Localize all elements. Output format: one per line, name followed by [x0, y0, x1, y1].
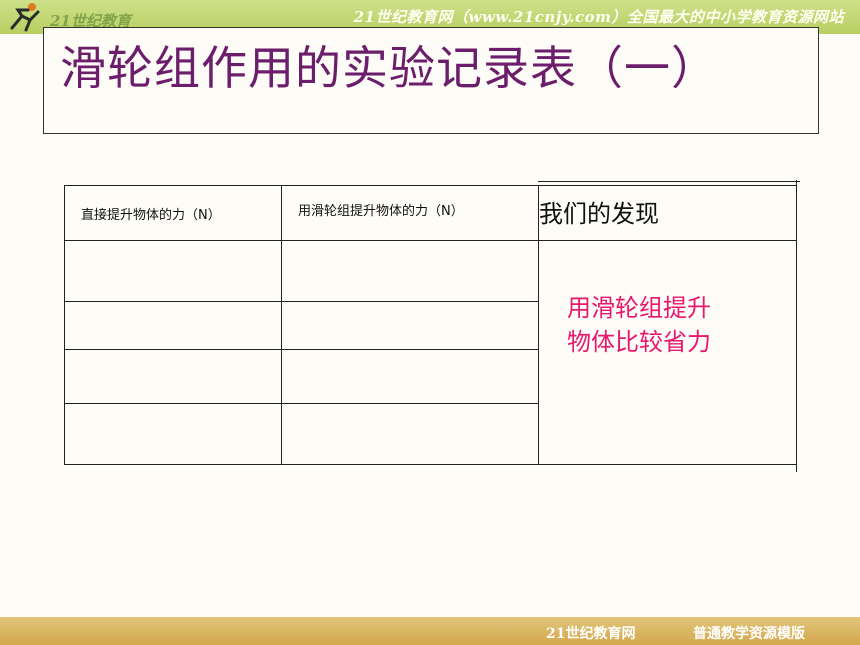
finding-line-2: 物体比较省力: [567, 328, 711, 356]
cell-direct-3: [64, 349, 282, 404]
finding-line-1: 用滑轮组提升: [567, 294, 711, 322]
cell-direct-2: [64, 301, 282, 350]
footer-site-name: 21世纪教育网: [546, 626, 636, 642]
header-pulley-force: 用滑轮组提升物体的力（N）: [281, 185, 539, 241]
cell-pulley-4: [281, 403, 539, 465]
cell-pulley-3: [281, 349, 539, 404]
cell-pulley-2: [281, 301, 539, 350]
title-box: 滑轮组作用的实验记录表（一）: [43, 27, 819, 134]
header-direct-force: 直接提升物体的力（N）: [64, 185, 282, 241]
footer-template-name: 普通教学资源模版: [693, 626, 805, 642]
table-row: 用滑轮组提升 物体比较省力: [64, 240, 797, 465]
footer-band: 21世纪教育网 普通教学资源模版: [0, 617, 860, 645]
cell-direct-4: [64, 403, 282, 465]
table-right-edge: [796, 180, 797, 472]
findings-cell: 用滑轮组提升 物体比较省力: [538, 240, 797, 465]
cell-direct-1: [64, 240, 282, 302]
page-title: 滑轮组作用的实验记录表（一）: [60, 41, 718, 95]
header-findings: 我们的发现: [538, 185, 797, 241]
cell-pulley-1: [281, 240, 539, 302]
site-banner: 21世纪教育网（www.21cnjy.com）全国最大的中小学教育资源网站: [353, 8, 844, 26]
table-top-extension: [538, 181, 800, 182]
record-table: 直接提升物体的力（N） 用滑轮组提升物体的力（N） 我们的发现 用滑轮组提升 物…: [64, 185, 797, 465]
table-header-row: 直接提升物体的力（N） 用滑轮组提升物体的力（N） 我们的发现: [64, 185, 797, 241]
